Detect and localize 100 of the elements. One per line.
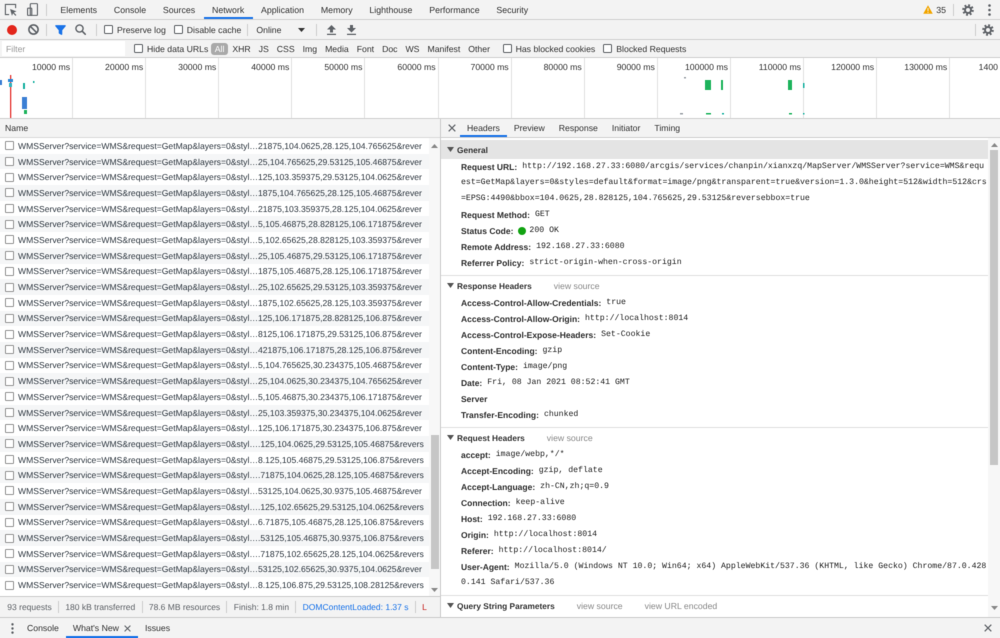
caret-down-icon[interactable] (447, 147, 454, 152)
request-row[interactable]: WMSServer?service=WMS&request=GetMap&layers=0&styl…8125,106.171875,29.53125,106.875&rever (0, 326, 429, 342)
request-row[interactable]: WMSServer?service=WMS&request=GetMap&layers=0&styl…21875,104.0625,28.125,104.765625&rever (0, 138, 429, 154)
checkbox[interactable] (134, 44, 143, 53)
panel-tab[interactable]: Security (488, 0, 537, 19)
panel-tab[interactable]: Sources (154, 0, 204, 19)
checkbox-label[interactable]: Disable cache (186, 24, 242, 34)
clear-icon[interactable] (28, 24, 39, 35)
panel-tab[interactable]: Lighthouse (361, 0, 421, 19)
checkbox[interactable] (502, 44, 512, 53)
request-row[interactable]: WMSServer?service=WMS&request=GetMap&layers=0&styl…5,104.765625,30.234375,105.46875&rever (0, 358, 429, 374)
resource-type-filter[interactable]: Img (299, 42, 320, 54)
request-row[interactable]: WMSServer?service=WMS&request=GetMap&layers=0&styl…53125,102.65625,30.9375,104.0625&rever (0, 562, 429, 578)
upload-icon[interactable] (327, 24, 336, 34)
request-row[interactable]: WMSServer?service=WMS&request=GetMap&layers=0&styl…5,105.46875,28.828125,106.171875&rever (0, 216, 429, 232)
caret-down-icon[interactable] (447, 435, 454, 440)
resource-type-filter[interactable]: CSS (273, 42, 298, 54)
throttling-dropdown[interactable]: Online (253, 22, 310, 38)
scroll-down-arrow-icon[interactable] (990, 606, 998, 610)
detail-tab[interactable]: Initiator (604, 119, 648, 137)
checkbox-label[interactable]: Hide data URLs (147, 44, 208, 54)
request-row[interactable]: WMSServer?service=WMS&request=GetMap&layers=0&styl….125,104.0625,29.53125,105.46875&revers (0, 436, 429, 452)
panel-tab[interactable]: Console (105, 0, 155, 19)
request-row[interactable]: WMSServer?service=WMS&request=GetMap&layers=0&styl…6.71875,105.46875,28.125,106.875&revers (0, 514, 429, 530)
scrollbar[interactable] (429, 138, 440, 596)
scrollbar-thumb[interactable] (430, 435, 438, 569)
request-row[interactable]: WMSServer?service=WMS&request=GetMap&layers=0&styl….53125,105.46875,30.9375,106.875&revers (0, 530, 429, 546)
caret-down-icon[interactable] (447, 603, 454, 608)
drawer-tab[interactable]: What's New (66, 618, 138, 638)
request-row[interactable]: WMSServer?service=WMS&request=GetMap&layers=0&styl…5,105.46875,30.234375,106.171875&rever (0, 389, 429, 405)
download-icon[interactable] (347, 24, 356, 34)
close-icon[interactable] (124, 624, 131, 632)
detail-tab[interactable]: Preview (506, 119, 552, 137)
resource-type-filter[interactable]: Doc (378, 42, 401, 54)
request-row[interactable]: WMSServer?service=WMS&request=GetMap&layers=0&styl…8.125,106.875,29.53125,108.28125&revers (0, 577, 429, 593)
resource-type-filter[interactable]: Other (464, 42, 494, 54)
issues-counter[interactable]: 35 (923, 4, 946, 14)
more-icon[interactable] (11, 622, 14, 634)
request-row[interactable]: WMSServer?service=WMS&request=GetMap&layers=0&styl…25,104.765625,29.53125,105.46875&rever (0, 154, 429, 170)
checkbox-label[interactable]: Preserve log (117, 24, 166, 34)
scrollbar-thumb[interactable] (990, 150, 998, 465)
panel-tab[interactable]: Memory (312, 0, 362, 19)
close-icon[interactable] (448, 124, 456, 132)
filter-field[interactable]: Filter (2, 41, 125, 56)
detail-tab[interactable]: Response (552, 119, 605, 137)
request-row[interactable]: WMSServer?service=WMS&request=GetMap&layers=0&styl…421875,106.171875,28.125,106.875&rever (0, 342, 429, 358)
request-row[interactable]: WMSServer?service=WMS&request=GetMap&layers=0&styl…25,105.46875,29.53125,106.171875&rever (0, 248, 429, 264)
section-header[interactable]: General (441, 140, 988, 159)
checkbox-label[interactable]: Blocked Requests (616, 44, 686, 54)
request-row[interactable]: WMSServer?service=WMS&request=GetMap&layers=0&styl…25,104.0625,30.234375,104.765625&rever (0, 373, 429, 389)
checkbox[interactable] (174, 25, 183, 34)
checkbox[interactable] (603, 44, 612, 53)
request-row[interactable]: WMSServer?service=WMS&request=GetMap&layers=0&styl…8.125,105.46875,29.53125,106.875&revers (0, 452, 429, 468)
request-row[interactable]: WMSServer?service=WMS&request=GetMap&layers=0&styl…1875,102.65625,28.125,103.359375&rever (0, 294, 429, 311)
section-header[interactable]: Response Headers view source (441, 276, 988, 295)
caret-down-icon[interactable] (447, 283, 454, 288)
record-icon[interactable] (7, 24, 17, 34)
request-row[interactable]: WMSServer?service=WMS&request=GetMap&layers=0&styl….125,102.65625,29.53125,104.0625&revers (0, 498, 429, 514)
resource-type-filter[interactable]: Media (322, 42, 352, 54)
panel-tab[interactable]: Application (252, 0, 312, 19)
section-header[interactable]: Request Headers view source (441, 428, 988, 447)
detail-tab[interactable]: Headers (460, 119, 507, 137)
section-link[interactable]: view source (546, 432, 593, 442)
request-row[interactable]: WMSServer?service=WMS&request=GetMap&layers=0&styl…125,106.171875,28.828125,106.875&rever (0, 310, 429, 326)
request-row[interactable]: WMSServer?service=WMS&request=GetMap&layers=0&styl…125,103.359375,29.53125,104.0625&rever (0, 169, 429, 186)
column-header[interactable]: Name (0, 119, 440, 138)
resource-type-filter[interactable]: Manifest (424, 42, 464, 54)
checkbox[interactable] (104, 25, 113, 34)
scroll-up-arrow-icon[interactable] (431, 144, 438, 148)
drawer-tab[interactable]: Issues (138, 618, 178, 638)
section-link[interactable]: view source (576, 600, 623, 610)
search-icon[interactable] (75, 24, 86, 35)
panel-tab[interactable]: Performance (420, 0, 488, 19)
request-row[interactable]: WMSServer?service=WMS&request=GetMap&layers=0&styl…53125,104.0625,30.9375,105.46875&rever (0, 483, 429, 499)
drawer-tab[interactable]: Console (20, 618, 66, 638)
close-icon[interactable] (984, 624, 992, 632)
settings-icon[interactable] (982, 24, 994, 36)
filter-icon[interactable] (55, 24, 66, 34)
request-row[interactable]: WMSServer?service=WMS&request=GetMap&layers=0&styl…1875,104.765625,28.125,105.46875&rever (0, 185, 429, 201)
request-row[interactable]: WMSServer?service=WMS&request=GetMap&layers=0&styl…21875,103.359375,28.125,104.0625&rever (0, 200, 429, 216)
panel-tab[interactable]: Elements (52, 0, 106, 19)
resource-type-filter[interactable]: JS (255, 42, 272, 54)
section-link[interactable]: view source (554, 280, 600, 290)
scroll-up-arrow-icon[interactable] (990, 143, 998, 147)
inspect-element-icon[interactable] (4, 3, 17, 16)
request-row[interactable]: WMSServer?service=WMS&request=GetMap&layers=0&styl….71875,102.65625,28.125,104.0625&revers (0, 546, 429, 562)
detail-tab[interactable]: Timing (647, 119, 688, 137)
request-row[interactable]: WMSServer?service=WMS&request=GetMap&layers=0&styl…25,103.359375,30.234375,104.0625&rever (0, 404, 429, 420)
resource-type-filter[interactable]: Font (353, 42, 378, 54)
request-row[interactable]: WMSServer?service=WMS&request=GetMap&layers=0&styl…125,106.171875,30.234375,106.875&rever (0, 420, 429, 436)
resource-type-filter[interactable]: WS (402, 42, 423, 54)
section-header[interactable]: Query String Parameters view source view URL encoded (441, 596, 988, 615)
request-row[interactable]: WMSServer?service=WMS&request=GetMap&layers=0&styl…1875,105.46875,28.125,106.171875&rever (0, 264, 429, 280)
device-icon[interactable] (27, 3, 38, 16)
checkbox-label[interactable]: Has blocked cookies (516, 44, 596, 54)
more-icon[interactable] (988, 4, 991, 16)
request-row[interactable]: WMSServer?service=WMS&request=GetMap&layers=0&styl…25,102.65625,29.53125,103.359375&rever (0, 279, 429, 295)
scrollbar[interactable] (988, 138, 1000, 617)
request-row[interactable]: WMSServer?service=WMS&request=GetMap&layers=0&styl…5,102.65625,28.828125,103.359375&rever (0, 232, 429, 248)
scroll-down-arrow-icon[interactable] (431, 588, 438, 592)
